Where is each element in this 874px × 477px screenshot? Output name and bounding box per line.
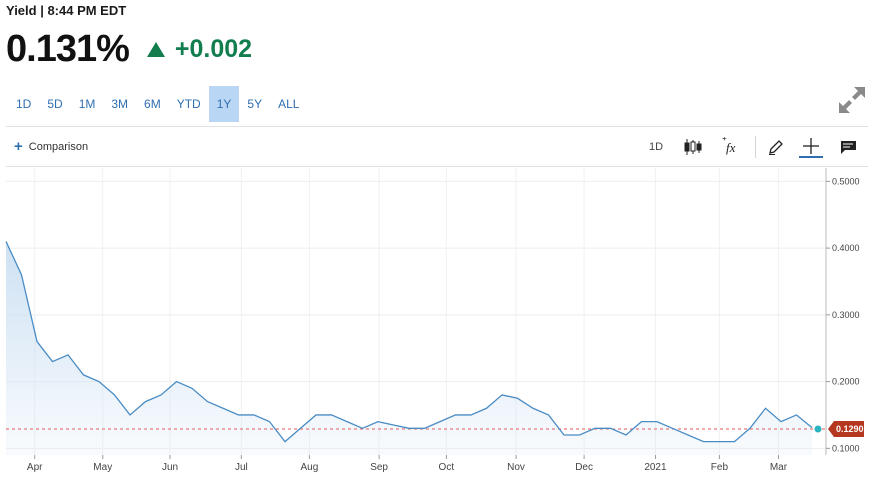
last-price: 0.131% <box>6 28 130 70</box>
chart-grid <box>6 168 826 455</box>
svg-text:fx: fx <box>726 140 736 155</box>
range-tab-1y[interactable]: 1Y <box>208 86 240 122</box>
x-tick-label: Jun <box>162 462 178 473</box>
up-arrow-icon <box>146 42 165 57</box>
range-tab-all[interactable]: ALL <box>270 86 307 122</box>
x-tick-label: Mar <box>770 462 788 473</box>
y-axis: 0.1000 0.2000 0.3000 0.4000 0.5000 <box>826 176 860 453</box>
x-tick-label: Sep <box>370 462 388 473</box>
y-tick-label: 0.2000 <box>832 377 860 387</box>
candlestick-icon[interactable] <box>681 136 705 158</box>
range-tab-5y[interactable]: 5Y <box>239 86 270 122</box>
toolbar-divider <box>6 126 868 127</box>
yield-line <box>5 241 813 443</box>
last-value-marker <box>814 425 822 433</box>
x-tick-label: 2021 <box>644 462 667 473</box>
price-change-value: +0.002 <box>174 35 253 63</box>
range-tab-1d[interactable]: 1D <box>8 86 39 122</box>
crosshair-icon[interactable] <box>799 136 823 158</box>
y-tick-label: 0.1000 <box>832 443 860 453</box>
price-change: +0.002 <box>146 35 253 64</box>
x-tick-label: Feb <box>711 462 729 473</box>
last-value-label-text: 0.1290 <box>836 424 864 434</box>
interval-button[interactable]: 1D <box>644 136 668 158</box>
comparison-button[interactable]: + Comparison <box>14 138 88 155</box>
range-tab-1m[interactable]: 1M <box>71 86 104 122</box>
range-tabs: 1D 5D 1M 3M 6M YTD 1Y 5Y ALL <box>8 86 307 122</box>
quote-header-label: Yield | 8:44 PM EDT <box>6 3 127 18</box>
draw-pencil-icon[interactable] <box>764 136 788 158</box>
y-tick-label: 0.3000 <box>832 310 860 320</box>
studies-fx-icon[interactable]: + fx <box>718 136 744 158</box>
event-flag-icon[interactable] <box>836 136 862 158</box>
expand-arrows-icon[interactable] <box>836 84 868 116</box>
range-tab-ytd[interactable]: YTD <box>169 86 209 122</box>
x-tick-label: Aug <box>301 462 319 473</box>
plus-icon: + <box>14 138 23 155</box>
yield-area <box>6 241 812 455</box>
x-axis: Apr May Jun Jul Aug Sep Oct Nov Dec 2021 Feb Mar <box>27 455 788 473</box>
yield-chart[interactable]: 0.1000 0.2000 0.3000 0.4000 0.5000 Apr May Jun… <box>0 166 874 477</box>
x-tick-label: Jul <box>235 462 248 473</box>
x-tick-label: Apr <box>27 462 43 473</box>
x-tick-label: May <box>93 462 112 473</box>
y-tick-label: 0.5000 <box>832 176 860 186</box>
price-row: 0.131% +0.002 <box>6 28 252 71</box>
toolbar-separator <box>755 136 756 158</box>
comparison-label: Comparison <box>28 140 89 153</box>
range-tab-3m[interactable]: 3M <box>103 86 136 122</box>
y-tick-label: 0.4000 <box>832 243 860 253</box>
range-tab-5d[interactable]: 5D <box>39 86 70 122</box>
range-tab-6m[interactable]: 6M <box>136 86 169 122</box>
x-tick-label: Nov <box>507 462 525 473</box>
x-tick-label: Dec <box>575 462 593 473</box>
last-value-label: 0.1290 <box>828 420 864 437</box>
x-tick-label: Oct <box>439 462 455 473</box>
